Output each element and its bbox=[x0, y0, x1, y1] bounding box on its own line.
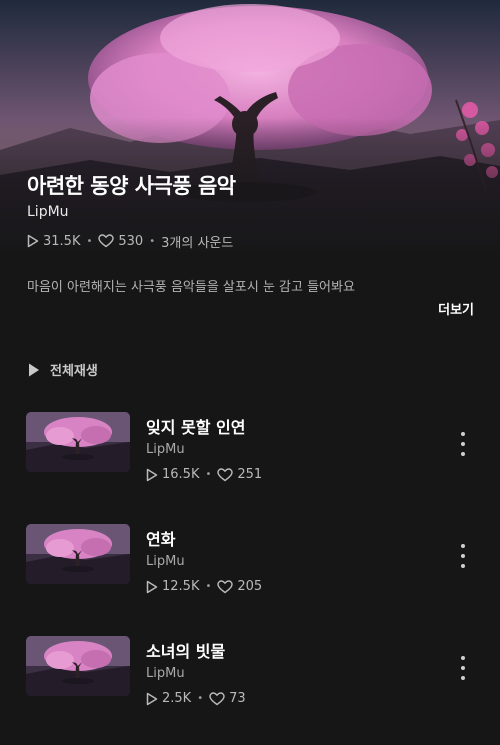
track-thumbnail[interactable] bbox=[26, 412, 130, 472]
track-like-count: 73 bbox=[229, 691, 246, 706]
playlist-cover-image bbox=[0, 0, 500, 262]
kebab-dot bbox=[461, 666, 465, 670]
track-row[interactable]: 소녀의 빗물 LipMu 2.5K • 73 bbox=[0, 636, 500, 716]
track-artist[interactable]: LipMu bbox=[146, 442, 185, 457]
kebab-dot bbox=[461, 656, 465, 660]
play-all-label: 전체재생 bbox=[50, 364, 98, 379]
playlist-stats: 31.5K • 530 • 3개의 사운드 bbox=[27, 232, 234, 251]
playlist-title: 아련한 동양 사극풍 음악 bbox=[27, 174, 236, 198]
track-thumbnail[interactable] bbox=[26, 636, 130, 696]
track-play-count: 16.5K bbox=[162, 467, 200, 482]
playlist-artist[interactable]: LipMu bbox=[27, 204, 69, 220]
separator-dot: • bbox=[86, 235, 93, 247]
track-play-count: 2.5K bbox=[162, 691, 192, 706]
track-title[interactable]: 잊지 못할 인연 bbox=[146, 414, 245, 438]
kebab-dot bbox=[461, 554, 465, 558]
more-vertical-icon[interactable] bbox=[455, 544, 471, 568]
more-button[interactable]: 더보기 bbox=[438, 299, 474, 318]
kebab-dot bbox=[461, 452, 465, 456]
more-vertical-icon[interactable] bbox=[455, 432, 471, 456]
track-title[interactable]: 연화 bbox=[146, 526, 175, 550]
playlist-like-count: 530 bbox=[118, 233, 144, 249]
separator-dot: • bbox=[149, 235, 156, 247]
kebab-dot bbox=[461, 564, 465, 568]
track-artist[interactable]: LipMu bbox=[146, 554, 185, 569]
separator-dot: • bbox=[197, 693, 204, 704]
play-icon bbox=[146, 580, 158, 594]
track-stats: 2.5K • 73 bbox=[146, 691, 246, 706]
heart-icon bbox=[217, 467, 234, 482]
track-like-count: 205 bbox=[237, 579, 263, 594]
hero-gradient-overlay bbox=[0, 0, 500, 262]
track-row[interactable]: 잊지 못할 인연 LipMu 16.5K • 251 bbox=[0, 412, 500, 492]
kebab-dot bbox=[461, 442, 465, 446]
play-all-button[interactable]: 전체재생 bbox=[28, 360, 98, 379]
play-icon bbox=[28, 362, 40, 378]
kebab-dot bbox=[461, 432, 465, 436]
separator-dot: • bbox=[205, 581, 212, 592]
more-vertical-icon[interactable] bbox=[455, 656, 471, 680]
track-artist[interactable]: LipMu bbox=[146, 666, 185, 681]
track-stats: 16.5K • 251 bbox=[146, 467, 262, 482]
track-stats: 12.5K • 205 bbox=[146, 579, 262, 594]
play-icon bbox=[146, 468, 158, 482]
playlist-description: 마음이 아련해지는 사극풍 음악들을 살포시 눈 감고 들어봐요 bbox=[27, 280, 355, 295]
kebab-dot bbox=[461, 544, 465, 548]
heart-icon bbox=[209, 691, 225, 706]
heart-icon bbox=[217, 579, 234, 594]
track-thumbnail[interactable] bbox=[26, 524, 130, 584]
track-like-count: 251 bbox=[237, 467, 263, 482]
track-title[interactable]: 소녀의 빗물 bbox=[146, 638, 225, 662]
kebab-dot bbox=[461, 676, 465, 680]
playlist-sound-count: 3개의 사운드 bbox=[161, 235, 234, 251]
track-play-count: 12.5K bbox=[162, 579, 200, 594]
playlist-play-count: 31.5K bbox=[43, 233, 81, 249]
track-row[interactable]: 연화 LipMu 12.5K • 205 bbox=[0, 524, 500, 604]
heart-icon bbox=[98, 234, 115, 248]
play-icon bbox=[146, 692, 158, 706]
play-icon bbox=[27, 234, 39, 248]
separator-dot: • bbox=[205, 469, 212, 480]
